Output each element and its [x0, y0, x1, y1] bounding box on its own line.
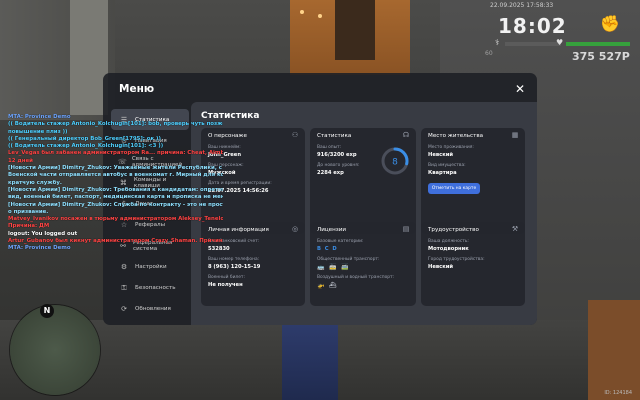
- user-icon: ⚇: [291, 131, 299, 139]
- chat-line: кратчую службу.: [8, 179, 62, 186]
- property-label: Вид имущества:: [428, 163, 466, 168]
- level-ring: 8: [381, 147, 409, 175]
- residence-value: Невский: [428, 152, 454, 158]
- chat-line: 12 дней: [8, 157, 33, 164]
- phone-value: 8 (963) 120-15-19: [208, 264, 261, 270]
- card-licenses: Лицензии ▤ Базовые категории: B C D Обще…: [310, 222, 416, 306]
- sidebar-item-icon: ⚿: [121, 283, 127, 292]
- hud-time: 18:02: [498, 14, 567, 38]
- air-water-transport-label: Воздушный и водный транспорт:: [317, 275, 395, 280]
- chat-line: Военской части отправляется автобус в во…: [8, 172, 223, 179]
- street-lamp: [318, 14, 322, 18]
- base-categories-label: Базовые категории:: [317, 239, 364, 244]
- level-value: 8: [392, 158, 398, 168]
- sidebar-item[interactable]: ⚙ Настройки: [111, 256, 189, 277]
- modal-title: Меню: [119, 83, 155, 95]
- card-stats: Статистика ☊ Ваш опыт: 916/3200 exp До н…: [310, 128, 416, 234]
- job-city-value: Невский: [428, 264, 454, 270]
- close-icon[interactable]: ✕: [515, 82, 525, 96]
- sidebar-item[interactable]: ⚿ Безопасность: [111, 277, 189, 298]
- chat-line: MTA: Province Demo: [8, 114, 71, 120]
- bus-icon: 🚌: [317, 264, 325, 271]
- sidebar-item-label: Обновления: [135, 305, 171, 312]
- property-value: Квартира: [428, 170, 457, 176]
- chat-line: logout: You logged out: [8, 230, 78, 237]
- headset-icon: ☊: [402, 131, 410, 139]
- position-value: Мотодворник: [428, 246, 469, 252]
- chat-line: Lev_Vegas был забанен администратором Ra…: [8, 150, 223, 157]
- fist-icon: ✊: [600, 14, 620, 33]
- trolleybus-icon: 🚎: [341, 264, 349, 271]
- chat-line: Причина: ДМ: [8, 223, 50, 230]
- mark-on-map-button[interactable]: Отметить на карте: [428, 183, 480, 194]
- tram-icon: 🚋: [329, 264, 337, 271]
- boat-icon: ⛴: [329, 282, 337, 289]
- street-lamp: [300, 10, 304, 14]
- target-icon: ◎: [291, 225, 299, 233]
- hud-date: 22.09.2025 17:58:33: [490, 2, 554, 9]
- next-level-label: До нового уровня:: [317, 163, 360, 168]
- building-door: [335, 0, 375, 60]
- phone-label: Ваш номер телефона:: [208, 257, 260, 262]
- helicopter-icon: 🚁: [317, 282, 325, 289]
- military-value: Не получен: [208, 282, 243, 288]
- base-categories-value: B C D: [317, 246, 338, 252]
- heart-icon: ♥: [556, 38, 564, 47]
- chat-line: (( Водитель стажер Antonio_Kolchugin[101…: [8, 143, 164, 150]
- player-character: [282, 318, 338, 400]
- armor-bar: [505, 42, 561, 46]
- sidebar-item-icon: ⟳: [121, 304, 127, 313]
- grid-icon: ▦: [511, 131, 519, 139]
- chat-line: [Новости Армии] Dimitry_Zhukov: Уважаемы…: [8, 165, 223, 172]
- chat-line: Matvey_Ivanikov посажен в тюрьму админис…: [8, 216, 223, 223]
- chat-line: MTA: Province Demo: [8, 245, 71, 252]
- chat-line: (( Генеральный директор Bob_Green[1795]:…: [8, 135, 161, 142]
- job-city-label: Город трудоустройства:: [428, 257, 485, 262]
- exp-value: 916/3200 exp: [317, 152, 357, 158]
- card-job: Трудоустройство ⚒ Ваша должность: Мотодв…: [421, 222, 525, 306]
- position-label: Ваша должность:: [428, 239, 469, 244]
- health-bar: [566, 42, 630, 46]
- card-title: Лицензии: [317, 227, 346, 233]
- sidebar-item-icon: ⚙: [120, 262, 128, 271]
- military-label: Военный билет:: [208, 275, 245, 280]
- next-level-value: 2284 exp: [317, 170, 344, 176]
- hud-ping: 60: [485, 50, 493, 57]
- tools-icon: ⚒: [511, 225, 519, 233]
- chat-line: Artur_Gubanov был кикнут администратором…: [8, 238, 223, 245]
- public-transport-label: Общественный транспорт:: [317, 257, 380, 262]
- id-card-icon: ▤: [402, 225, 410, 233]
- sidebar-item-label: Настройки: [135, 263, 167, 270]
- wooden-box: [588, 300, 640, 400]
- card-title: Место жительства: [428, 133, 484, 139]
- exp-label: Ваш опыт:: [317, 145, 342, 150]
- chat-line: [Новости Армии] Dimitry_Zhukov: Требован…: [8, 186, 223, 193]
- compass-north-icon: N: [40, 304, 54, 318]
- stats-content: Статистика О персонаже ⚇ Ваш никнейм: Jo…: [191, 102, 537, 325]
- sidebar-item-label: Безопасность: [135, 284, 176, 291]
- minimap: [10, 305, 100, 395]
- health-icon: ⚕: [495, 38, 500, 47]
- chat-line: повышение плиз )): [8, 128, 68, 135]
- residence-label: Место проживания:: [428, 145, 474, 150]
- sidebar-item[interactable]: ⟳ Обновления: [111, 298, 189, 319]
- card-residence: Место жительства ▦ Место проживания: Нев…: [421, 128, 525, 234]
- chat-line: о призвание.: [8, 208, 49, 215]
- chat-line: (( Водитель стажер Antonio_Kolchugin[101…: [8, 121, 223, 128]
- chat-line: вид, военный билет, паспорт, медицинская…: [8, 194, 223, 201]
- card-title: Трудоустройство: [428, 227, 479, 233]
- chat-line: [Новости Армии] Dimitry_Zhukov: Служба п…: [8, 201, 223, 208]
- hud-version: ID: 124184: [604, 390, 632, 396]
- chat-log: MTA: Province Demo(( Водитель стажер Ant…: [8, 114, 223, 253]
- hud-money: 375 527Р: [572, 50, 630, 63]
- card-title: Статистика: [317, 133, 352, 139]
